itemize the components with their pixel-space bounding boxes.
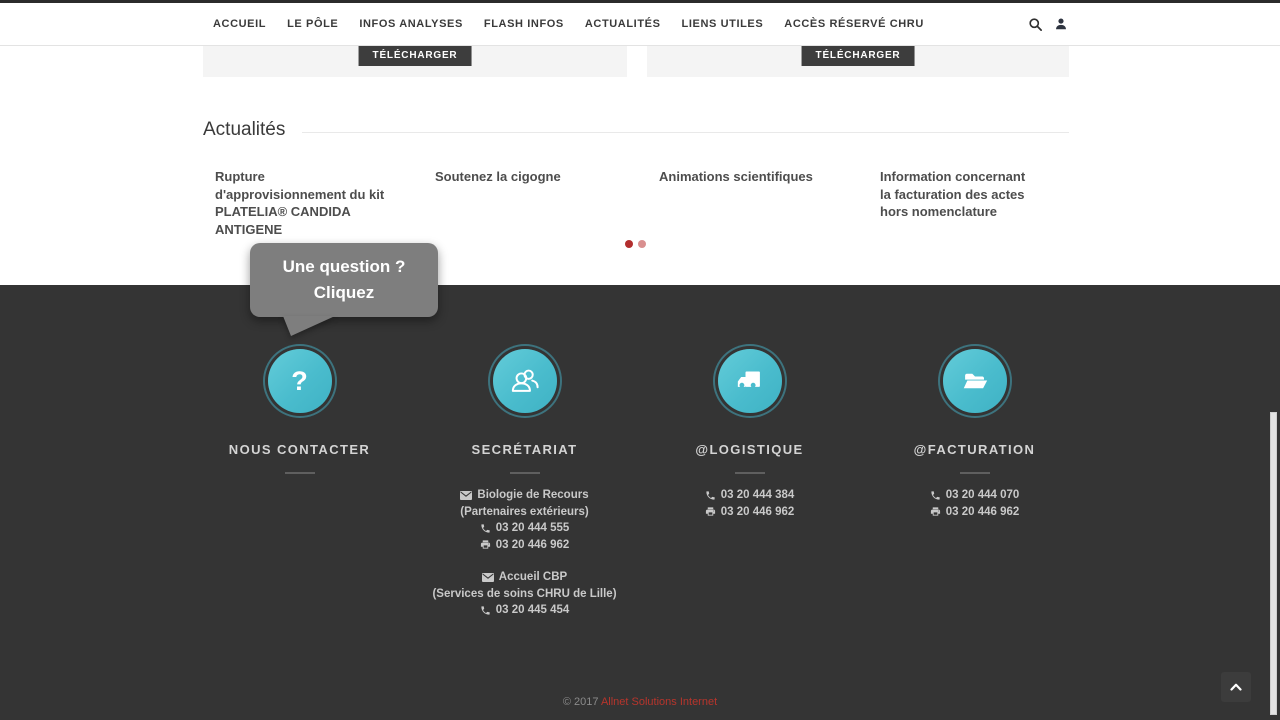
carousel-dot[interactable] — [638, 240, 646, 248]
help-bubble-line1: Une question ? — [250, 254, 438, 280]
contact-phone[interactable]: 03 20 444 384 — [721, 487, 795, 504]
fax-icon — [930, 506, 941, 517]
download-card-right: TÉLÉCHARGER — [647, 46, 1069, 77]
divider — [510, 472, 540, 474]
page: ACCUEIL LE PÔLE INFOS ANALYSES FLASH INF… — [0, 0, 1280, 720]
footer-col-facturation: @FACTURATION 03 20 444 070 03 20 446 962 — [862, 285, 1087, 520]
nav-item-actualites[interactable]: ACTUALITÉS — [585, 18, 661, 30]
download-button-left[interactable]: TÉLÉCHARGER — [359, 46, 472, 66]
contact-phone[interactable]: 03 20 444 070 — [946, 487, 1020, 504]
nav-item-infos-analyses[interactable]: INFOS ANALYSES — [359, 18, 463, 30]
footer-col-title: SECRÉTARIAT — [412, 442, 637, 457]
nav-item-accueil[interactable]: ACCUEIL — [213, 18, 266, 30]
truck-icon[interactable] — [718, 349, 782, 413]
search-icon[interactable] — [1027, 16, 1043, 32]
news-item[interactable]: Animations scientifiques — [659, 168, 859, 186]
footer-col-logistique: @LOGISTIQUE 03 20 444 384 03 20 446 962 — [637, 285, 862, 520]
contact-sub: (Services de soins CHRU de Lille) — [412, 586, 637, 603]
nav-item-le-pole[interactable]: LE PÔLE — [287, 18, 338, 30]
contact-group: Biologie de Recours (Partenaires extérie… — [412, 487, 637, 553]
carousel-dot-active[interactable] — [625, 240, 633, 248]
divider — [735, 472, 765, 474]
download-card-left: TÉLÉCHARGER — [203, 46, 627, 77]
copyright-text: © 2017 — [563, 696, 601, 708]
nav-item-liens-utiles[interactable]: LIENS UTILES — [682, 18, 764, 30]
main-nav: ACCUEIL LE PÔLE INFOS ANALYSES FLASH INF… — [213, 3, 924, 45]
copyright: © 2017 Allnet Solutions Internet — [0, 696, 1280, 708]
fax-icon — [705, 506, 716, 517]
fax-icon — [480, 539, 491, 550]
folder-open-icon[interactable] — [943, 349, 1007, 413]
contact-fax: 03 20 446 962 — [496, 537, 570, 554]
envelope-icon — [482, 573, 494, 582]
phone-icon — [480, 605, 491, 616]
contact-label: Accueil CBP — [499, 569, 567, 586]
news-item[interactable]: Information concernant la facturation de… — [880, 168, 1032, 221]
divider — [285, 472, 315, 474]
contact-phone[interactable]: 03 20 444 555 — [496, 520, 570, 537]
main-header: ACCUEIL LE PÔLE INFOS ANALYSES FLASH INF… — [0, 3, 1280, 46]
contact-sub: (Partenaires extérieurs) — [412, 504, 637, 521]
footer-col-title: @LOGISTIQUE — [637, 442, 862, 457]
carousel-dots — [625, 240, 646, 248]
download-button-right[interactable]: TÉLÉCHARGER — [802, 46, 915, 66]
users-icon[interactable] — [493, 349, 557, 413]
header-icons — [1027, 3, 1069, 45]
news-section-title: Actualités — [203, 119, 285, 141]
scrollbar-thumb[interactable] — [1270, 412, 1277, 715]
envelope-icon — [460, 491, 472, 500]
question-icon[interactable]: ? — [268, 349, 332, 413]
news-title-rule — [302, 132, 1069, 133]
help-bubble[interactable]: Une question ? Cliquez — [250, 243, 438, 317]
phone-icon — [705, 490, 716, 501]
user-icon[interactable] — [1053, 16, 1069, 32]
footer-col-title: NOUS CONTACTER — [187, 442, 412, 457]
news-item[interactable]: Soutenez la cigogne — [435, 168, 635, 186]
chevron-up-icon — [1230, 683, 1242, 691]
nav-item-acces-reserve-chru[interactable]: ACCÈS RÉSERVÉ CHRU — [784, 18, 924, 30]
footer-col-title: @FACTURATION — [862, 442, 1087, 457]
contact-fax: 03 20 446 962 — [721, 504, 795, 521]
help-bubble-line2: Cliquez — [250, 280, 438, 306]
news-item[interactable]: Rupture d'approvisionnement du kit PLATE… — [215, 168, 385, 238]
scroll-to-top-button[interactable] — [1221, 672, 1251, 702]
phone-icon — [480, 523, 491, 534]
copyright-link[interactable]: Allnet Solutions Internet — [601, 696, 717, 708]
contact-fax: 03 20 446 962 — [946, 504, 1020, 521]
phone-icon — [930, 490, 941, 501]
contact-label: Biologie de Recours — [477, 487, 588, 504]
footer-col-secretariat: SECRÉTARIAT Biologie de Recours (Partena… — [412, 285, 637, 635]
footer: ? NOUS CONTACTER SECRÉTARIAT — [0, 285, 1280, 720]
contact-group: Accueil CBP (Services de soins CHRU de L… — [412, 569, 637, 619]
divider — [960, 472, 990, 474]
nav-item-flash-infos[interactable]: FLASH INFOS — [484, 18, 564, 30]
contact-phone[interactable]: 03 20 445 454 — [496, 602, 570, 619]
help-bubble-tail — [283, 316, 335, 336]
